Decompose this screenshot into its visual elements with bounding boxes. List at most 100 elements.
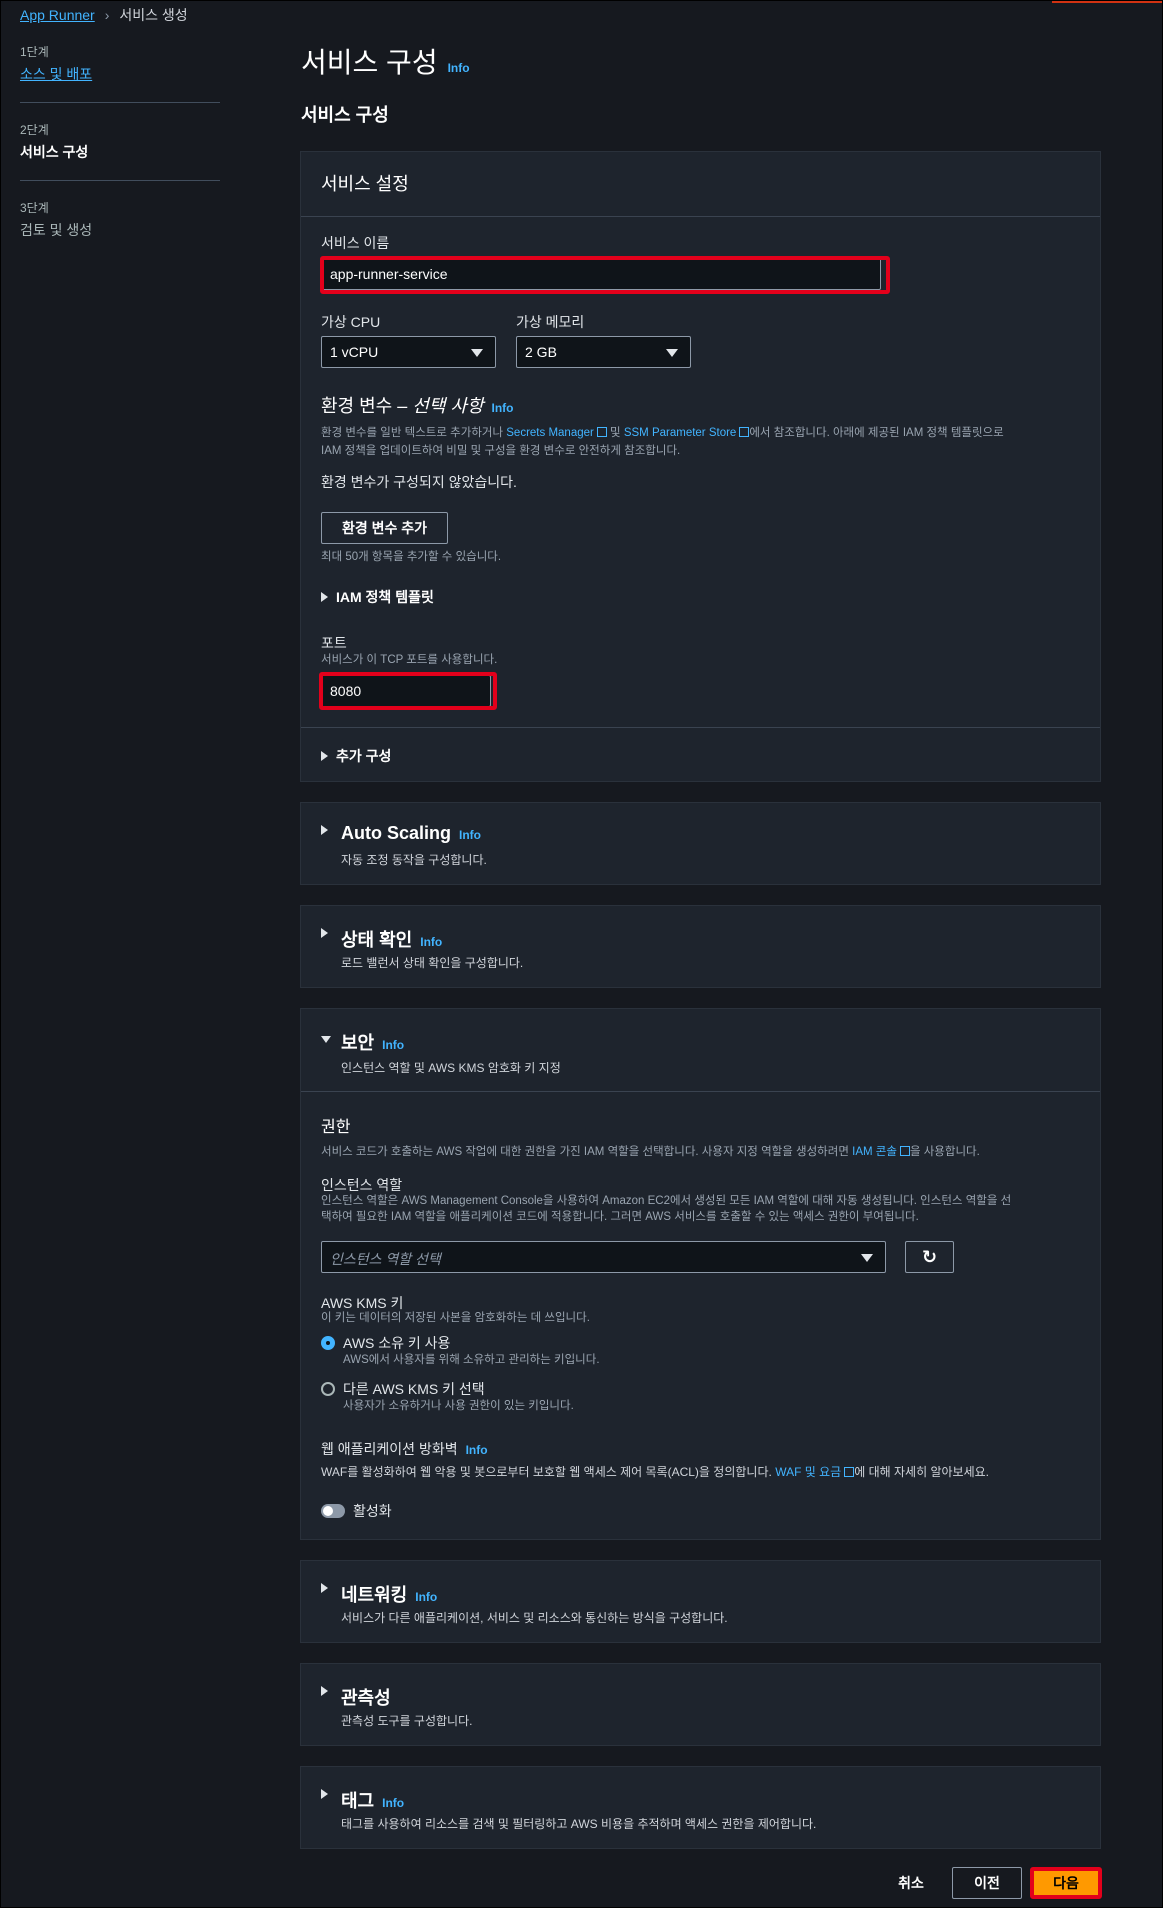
- env-title-text: 환경 변수 –: [321, 396, 413, 416]
- cpu-value: 1 vCPU: [330, 344, 379, 360]
- panel-header: 서비스 설정: [321, 174, 409, 194]
- waf-toggle-row[interactable]: 활성화: [321, 1501, 392, 1521]
- health-check-title: 상태 확인: [341, 930, 413, 950]
- env-description: 환경 변수를 일반 텍스트로 추가하거나 Secrets Manager 및 S…: [321, 424, 1081, 460]
- external-link-icon: [596, 427, 607, 437]
- info-link[interactable]: Info: [492, 401, 514, 415]
- page-title: 서비스 구성 Info: [301, 41, 470, 81]
- kms-option-custom-desc: 사용자가 소유하거나 사용 권한이 있는 키입니다.: [343, 1400, 574, 1412]
- env-desc-part: 환경 변수를 일반 텍스트로 추가하거나: [321, 427, 507, 439]
- radio-unselected-icon[interactable]: [321, 1382, 335, 1396]
- memory-select[interactable]: 2 GB: [516, 336, 691, 368]
- caret-down-icon[interactable]: [321, 1036, 331, 1043]
- next-button[interactable]: 다음: [1030, 1867, 1102, 1899]
- kms-option-aws-owned[interactable]: AWS 소유 키 사용: [321, 1333, 450, 1353]
- divider: [301, 727, 1100, 728]
- ssm-parameter-store-link[interactable]: SSM Parameter Store: [624, 427, 736, 439]
- top-accent-line: [1052, 1, 1162, 3]
- breadcrumb-current: 서비스 생성: [119, 7, 188, 23]
- info-link[interactable]: Info: [420, 935, 442, 949]
- additional-config-expander[interactable]: 추가 구성: [321, 746, 391, 766]
- add-env-variable-button[interactable]: 환경 변수 추가: [321, 512, 449, 544]
- divider: [301, 1091, 1100, 1092]
- external-link-icon: [739, 427, 750, 437]
- auto-scaling-title: Auto Scaling: [341, 823, 452, 843]
- env-desc-part: 에서 참조합니다. 아래에 제공된 IAM 정책 템플릿으로: [749, 427, 1004, 439]
- caret-down-icon: [861, 1254, 873, 1262]
- instance-role-select[interactable]: 인스턴스 역할 선택: [321, 1241, 886, 1273]
- info-link[interactable]: Info: [382, 1038, 404, 1052]
- chevron-right-icon: ›: [104, 7, 110, 23]
- step-1: 1단계 소스 및 배포: [20, 43, 220, 103]
- health-check-panel[interactable]: 상태 확인 Info 로드 밸런서 상태 확인을 구성합니다.: [300, 905, 1101, 988]
- tags-panel[interactable]: 태그 Info 태그를 사용하여 리소스를 검색 및 필터링하고 AWS 비용을…: [300, 1766, 1101, 1849]
- perm-desc-part: 을 사용합니다.: [909, 1146, 980, 1158]
- instance-role-description: 인스턴스 역할은 AWS Management Console을 사용하여 Am…: [321, 1193, 1091, 1225]
- section-title[interactable]: 보안 Info: [341, 1029, 404, 1055]
- auto-scaling-description: 자동 조정 동작을 구성합니다.: [341, 853, 487, 867]
- caret-right-icon: [321, 1583, 328, 1593]
- kms-option-aws-owned-label: AWS 소유 키 사용: [343, 1335, 451, 1351]
- step-2: 2단계 서비스 구성: [20, 121, 220, 181]
- radio-selected-icon[interactable]: [321, 1336, 335, 1350]
- waf-desc-part: WAF를 활성화하여 웹 악용 및 봇으로부터 보호할 웹 액세스 제어 목록(…: [321, 1465, 776, 1479]
- networking-description: 서비스가 다른 애플리케이션, 서비스 및 리소스와 통신하는 방식을 구성합니…: [341, 1611, 728, 1625]
- cancel-button[interactable]: 취소: [881, 1867, 941, 1899]
- step-number: 3단계: [20, 201, 49, 215]
- service-name-label: 서비스 이름: [321, 235, 390, 251]
- info-link[interactable]: Info: [466, 1443, 488, 1457]
- auto-scaling-panel[interactable]: Auto Scaling Info 자동 조정 동작을 구성합니다.: [300, 802, 1101, 885]
- step-3: 3단계 검토 및 생성: [20, 199, 220, 258]
- observability-panel[interactable]: 관측성 관측성 도구를 구성합니다.: [300, 1663, 1101, 1746]
- env-empty-text: 환경 변수가 구성되지 않았습니다.: [321, 474, 517, 490]
- role-desc-part: 택하여 필요한 IAM 역할을 애플리케이션 코드에 적용합니다. 그러면 AW…: [321, 1211, 919, 1223]
- waf-toggle[interactable]: [321, 1504, 345, 1518]
- secrets-manager-link[interactable]: Secrets Manager: [506, 427, 594, 439]
- refresh-button[interactable]: ↻: [905, 1241, 954, 1273]
- section-title: 네트워킹 Info: [341, 1581, 437, 1607]
- page-title-text: 서비스 구성: [301, 47, 438, 78]
- observability-title: 관측성: [341, 1688, 391, 1708]
- step-current-label: 서비스 구성: [20, 144, 89, 160]
- step-review-label: 검토 및 생성: [20, 222, 93, 238]
- previous-button[interactable]: 이전: [952, 1867, 1022, 1899]
- networking-panel[interactable]: 네트워킹 Info 서비스가 다른 애플리케이션, 서비스 및 리소스와 통신하…: [300, 1560, 1101, 1643]
- highlight-box: [320, 256, 890, 294]
- info-link[interactable]: Info: [415, 1590, 437, 1604]
- env-limit-text: 최대 50개 항목을 추가할 수 있습니다.: [321, 551, 502, 563]
- memory-value: 2 GB: [525, 344, 557, 360]
- env-desc-part: 및: [606, 427, 624, 439]
- env-title-optional: 선택 사항: [412, 396, 484, 416]
- tags-description: 태그를 사용하여 리소스를 검색 및 필터링하고 AWS 비용을 추적하며 액세…: [341, 1817, 817, 1831]
- info-link[interactable]: Info: [459, 828, 481, 842]
- role-desc-part: 인스턴스 역할은 AWS Management Console을 사용하여 Am…: [321, 1195, 1012, 1207]
- section-title: 관측성: [341, 1684, 391, 1710]
- step-link-source[interactable]: 소스 및 배포: [20, 64, 220, 84]
- iam-console-link[interactable]: IAM 콘솔: [852, 1146, 897, 1158]
- waf-desc-part: 에 대해 자세히 알아보세요.: [854, 1465, 989, 1479]
- iam-template-expander[interactable]: IAM 정책 템플릿: [321, 587, 434, 607]
- section-title: 상태 확인 Info: [341, 926, 442, 952]
- info-link[interactable]: Info: [382, 1796, 404, 1810]
- cpu-select[interactable]: 1 vCPU: [321, 336, 496, 368]
- wizard-steps: 1단계 소스 및 배포 2단계 서비스 구성 3단계 검토 및 생성: [20, 43, 220, 276]
- kms-option-custom[interactable]: 다른 AWS KMS 키 선택: [321, 1379, 485, 1399]
- caret-right-icon: [321, 1789, 328, 1799]
- info-link[interactable]: Info: [448, 61, 470, 75]
- security-title: 보안: [341, 1033, 375, 1053]
- iam-template-label: IAM 정책 템플릿: [336, 589, 434, 605]
- waf-toggle-label: 활성화: [353, 1503, 392, 1519]
- kms-key-description: 이 키는 데이터의 저장된 사본을 암호화하는 데 쓰입니다.: [321, 1312, 590, 1324]
- perm-desc-part: 서비스 코드가 호출하는 AWS 작업에 대한 권한을 가진 IAM 역할을 선…: [321, 1146, 853, 1158]
- service-settings-panel: 서비스 설정 서비스 이름 app-runner-service 가상 CPU …: [300, 151, 1101, 782]
- caret-right-icon: [321, 1686, 328, 1696]
- breadcrumb-app-runner-link[interactable]: App Runner: [20, 7, 95, 23]
- observability-description: 관측성 도구를 구성합니다.: [341, 1714, 473, 1728]
- caret-right-icon: [321, 592, 328, 602]
- caret-right-icon: [321, 751, 328, 761]
- instance-role-placeholder: 인스턴스 역할 선택: [330, 1251, 441, 1267]
- memory-label: 가상 메모리: [516, 314, 585, 330]
- security-description: 인스턴스 역할 및 AWS KMS 암호화 키 지정: [341, 1061, 561, 1075]
- divider: [301, 216, 1100, 217]
- waf-pricing-link[interactable]: WAF 및 요금: [775, 1465, 841, 1479]
